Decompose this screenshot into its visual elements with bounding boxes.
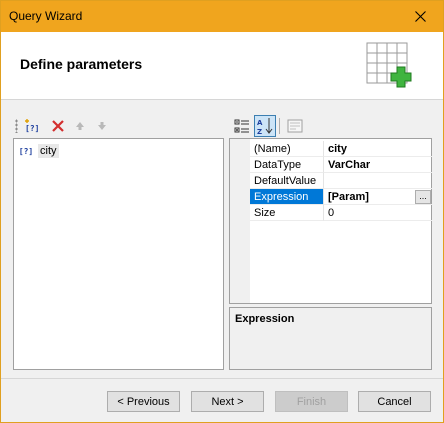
add-parameter-icon: [?] (25, 119, 38, 133)
expression-editor-button[interactable]: ... (415, 190, 431, 204)
property-value[interactable] (324, 173, 432, 189)
property-pages-button[interactable] (284, 115, 306, 137)
property-name: Size (250, 205, 324, 221)
parameter-list[interactable]: [?] city (13, 138, 224, 370)
property-row-name[interactable]: (Name) city (250, 141, 432, 157)
property-name: DataType (250, 157, 324, 173)
cancel-button[interactable]: Cancel (358, 391, 431, 412)
delete-parameter-button[interactable] (49, 117, 67, 135)
property-panel: A Z (Name) city DataType VarChar Default… (229, 114, 432, 370)
alphabetical-sort-icon: A Z (257, 118, 273, 135)
property-value[interactable]: 0 (324, 205, 432, 221)
description-title: Expression (235, 313, 295, 325)
toolbar-grip (15, 119, 18, 133)
property-toolbar: A Z (229, 114, 432, 138)
property-grid[interactable]: (Name) city DataType VarChar DefaultValu… (229, 138, 432, 304)
finish-button[interactable]: Finish (275, 391, 348, 412)
window-title: Query Wizard (9, 9, 83, 23)
parameter-panel: [?] [?] cit (13, 114, 224, 370)
svg-text:[?]: [?] (25, 124, 38, 133)
property-pages-icon (287, 119, 303, 133)
add-parameter-button[interactable]: [?] (22, 117, 40, 135)
parameter-label: city (38, 144, 59, 158)
wizard-header: Define parameters (1, 32, 443, 100)
grid-gutter (230, 139, 250, 303)
svg-text:Z: Z (257, 128, 262, 135)
parameter-icon: [?] (18, 146, 34, 156)
property-row-expression[interactable]: Expression [Param] ... (250, 189, 432, 205)
property-name: Expression (250, 189, 324, 205)
move-down-icon (98, 122, 106, 130)
property-row-datatype[interactable]: DataType VarChar (250, 157, 432, 173)
title-bar[interactable]: Query Wizard (1, 1, 443, 32)
table-add-icon (366, 42, 412, 88)
property-row-defaultvalue[interactable]: DefaultValue (250, 173, 432, 189)
categorized-icon (234, 119, 249, 133)
query-wizard-window: Query Wizard Define parameters [?] (0, 0, 444, 423)
property-value[interactable]: VarChar (324, 157, 432, 173)
property-description: Expression (229, 307, 432, 370)
page-heading: Define parameters (20, 56, 143, 72)
delete-icon (52, 120, 64, 132)
footer-divider (1, 378, 443, 379)
move-up-button[interactable] (71, 117, 89, 135)
close-icon (414, 11, 426, 22)
close-button[interactable] (397, 1, 443, 32)
list-item[interactable]: [?] city (18, 143, 59, 159)
property-row-size[interactable]: Size 0 (250, 205, 432, 221)
property-name: (Name) (250, 141, 324, 157)
property-name: DefaultValue (250, 173, 324, 189)
alphabetical-button[interactable]: A Z (254, 115, 276, 137)
property-value[interactable]: city (324, 141, 432, 157)
next-button[interactable]: Next > (191, 391, 264, 412)
parameter-toolbar: [?] (13, 114, 224, 138)
svg-text:A: A (257, 119, 263, 127)
categorized-button[interactable] (231, 115, 253, 137)
move-up-icon (76, 122, 84, 130)
previous-button[interactable]: < Previous (107, 391, 180, 412)
move-down-button[interactable] (93, 117, 111, 135)
toolbar-separator (279, 118, 280, 134)
